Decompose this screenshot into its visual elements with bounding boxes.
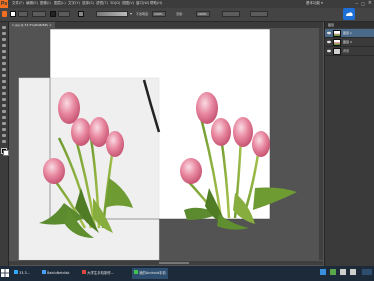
taskbar-item[interactable]: BaiduNetdisk [40, 268, 72, 279]
layers-panel: 图层 图层 1 图层 2 背景 [324, 22, 374, 266]
layer-row[interactable]: 图层 1 [325, 29, 374, 38]
tools-panel [0, 22, 9, 266]
android-task-icon [134, 270, 138, 274]
tray-icon[interactable] [320, 269, 326, 275]
tab-close-icon[interactable]: × [49, 23, 52, 27]
healing-tool-icon[interactable] [2, 62, 6, 65]
zoom-tool-icon[interactable] [2, 140, 6, 143]
photoshop-logo: Ps [0, 0, 8, 8]
eye-icon[interactable] [327, 40, 331, 44]
taskbar-item-label: 大学生手机制作... [87, 271, 115, 275]
menu-3d[interactable]: 3D(D) [110, 1, 120, 5]
layer-thumbnail [333, 30, 341, 37]
options-bar: ▾ 不透明度: 100% 流量: 100% [0, 8, 374, 22]
menu-edit[interactable]: 编辑(E) [26, 1, 38, 6]
opacity-label: 不透明度: [136, 12, 150, 16]
type-tool-icon[interactable] [2, 116, 6, 119]
horizontal-scroll-thumb[interactable] [159, 262, 189, 264]
layer-row[interactable]: 图层 2 [325, 38, 374, 47]
taskbar-item[interactable]: 33.3... [12, 268, 32, 279]
flow-field[interactable]: 100% [196, 11, 210, 17]
brush-tool-side-icon[interactable] [2, 68, 6, 71]
eraser-tool-icon[interactable] [2, 86, 6, 89]
layer-thumbnail [333, 48, 341, 55]
eye-icon[interactable] [327, 31, 331, 35]
dropdown-arrow-icon[interactable]: ▾ [130, 11, 132, 16]
menu-help[interactable]: 帮助(H) [150, 1, 162, 6]
tray-icon[interactable] [330, 269, 336, 275]
dodge-tool-icon[interactable] [2, 104, 6, 107]
menu-select[interactable]: 选择(S) [82, 1, 94, 6]
crop-tool-icon[interactable] [2, 50, 6, 53]
opacity-value: 100% [154, 12, 163, 16]
brush-tool-icon[interactable] [2, 11, 7, 17]
brush-preset-field[interactable] [96, 11, 128, 17]
blur-tool-icon[interactable] [2, 98, 6, 101]
clock-area[interactable] [362, 269, 372, 275]
lasso-tool-icon[interactable] [2, 38, 6, 41]
option-field-b[interactable] [250, 11, 268, 17]
volume-icon[interactable] [340, 269, 346, 275]
magic-wand-tool-icon[interactable] [2, 44, 6, 47]
history-brush-tool-icon[interactable] [2, 80, 6, 83]
document-tab-label: 1.jpg @ 33.3%(RGB/8#) [12, 23, 49, 27]
move-tool-icon[interactable] [2, 26, 6, 29]
canvas-area[interactable] [9, 28, 323, 261]
hand-tool-icon[interactable] [2, 134, 6, 137]
baidu-netdisk-icon [42, 270, 46, 274]
marquee-tool-icon[interactable] [2, 32, 6, 35]
photoshop-task-icon [14, 270, 18, 274]
menu-type[interactable]: 文字(Y) [68, 1, 80, 6]
flow-value: 100% [198, 12, 207, 16]
maximize-icon[interactable]: □ [361, 1, 365, 6]
minimize-icon[interactable]: – [356, 1, 359, 7]
taskbar-item-label: 33.3... [19, 271, 30, 275]
layers-panel-title[interactable]: 图层 [325, 22, 374, 28]
option-field-a[interactable] [222, 11, 240, 17]
horizontal-scrollbar[interactable] [9, 261, 323, 265]
eye-icon[interactable] [327, 49, 331, 53]
fill-swatch[interactable] [10, 11, 16, 17]
taskbar-item[interactable]: 大学生手机制作... [80, 268, 116, 279]
layer-name: 图层 2 [343, 40, 352, 44]
menu-image[interactable]: 图像(I) [40, 1, 51, 6]
opacity-field[interactable]: 100% [152, 11, 166, 17]
taskbar-item-label: BaiduNetdisk [47, 271, 70, 275]
gradient-tool-icon[interactable] [2, 92, 6, 95]
layer-name: 背景 [343, 49, 350, 53]
size-field[interactable] [32, 11, 46, 17]
color-swatch[interactable] [78, 11, 84, 17]
menu-window[interactable]: 窗口(W) [136, 1, 149, 6]
eyedropper-tool-icon[interactable] [2, 56, 6, 59]
close-icon[interactable]: × [368, 0, 372, 6]
stroke-width-field[interactable] [58, 11, 70, 17]
taskbar: 33.3... BaiduNetdisk 大学生手机制作... 我的Androi… [0, 266, 374, 281]
canvas-artwork [18, 28, 297, 261]
menu-filter[interactable]: 滤镜(T) [96, 1, 108, 6]
menu-view[interactable]: 视图(V) [122, 1, 134, 6]
workspace-switcher[interactable]: 基本功能 ▾ [306, 1, 323, 6]
browser-task-icon [82, 270, 86, 274]
start-button-icon[interactable] [1, 269, 9, 277]
stroke-swatch[interactable] [50, 11, 56, 17]
taskbar-item[interactable]: 我的Android手机 [132, 268, 168, 279]
menu-bar: Ps 文件(F) 编辑(E) 图像(I) 图层(L) 文字(Y) 选择(S) 滤… [0, 0, 374, 8]
vertical-scrollbar[interactable] [319, 28, 323, 260]
stamp-tool-icon[interactable] [2, 74, 6, 77]
cloud-widget-icon[interactable] [343, 8, 355, 20]
photoshop-window: { "menubar": { "logo": "Ps", "items": ["… [0, 0, 374, 281]
taskbar-item-label: 我的Android手机 [139, 271, 166, 275]
path-select-tool-icon[interactable] [2, 122, 6, 125]
layer-thumbnail [333, 39, 341, 46]
menu-file[interactable]: 文件(F) [12, 1, 24, 6]
photo-layer [19, 78, 159, 260]
network-icon[interactable] [350, 269, 356, 275]
pen-tool-icon[interactable] [2, 110, 6, 113]
flow-label: 流量: [176, 12, 184, 16]
menu-layer[interactable]: 图层(L) [54, 1, 66, 6]
mode-dropdown[interactable] [18, 11, 28, 17]
shape-tool-icon[interactable] [2, 128, 6, 131]
layer-name: 图层 1 [343, 31, 352, 35]
layer-row[interactable]: 背景 [325, 47, 374, 56]
